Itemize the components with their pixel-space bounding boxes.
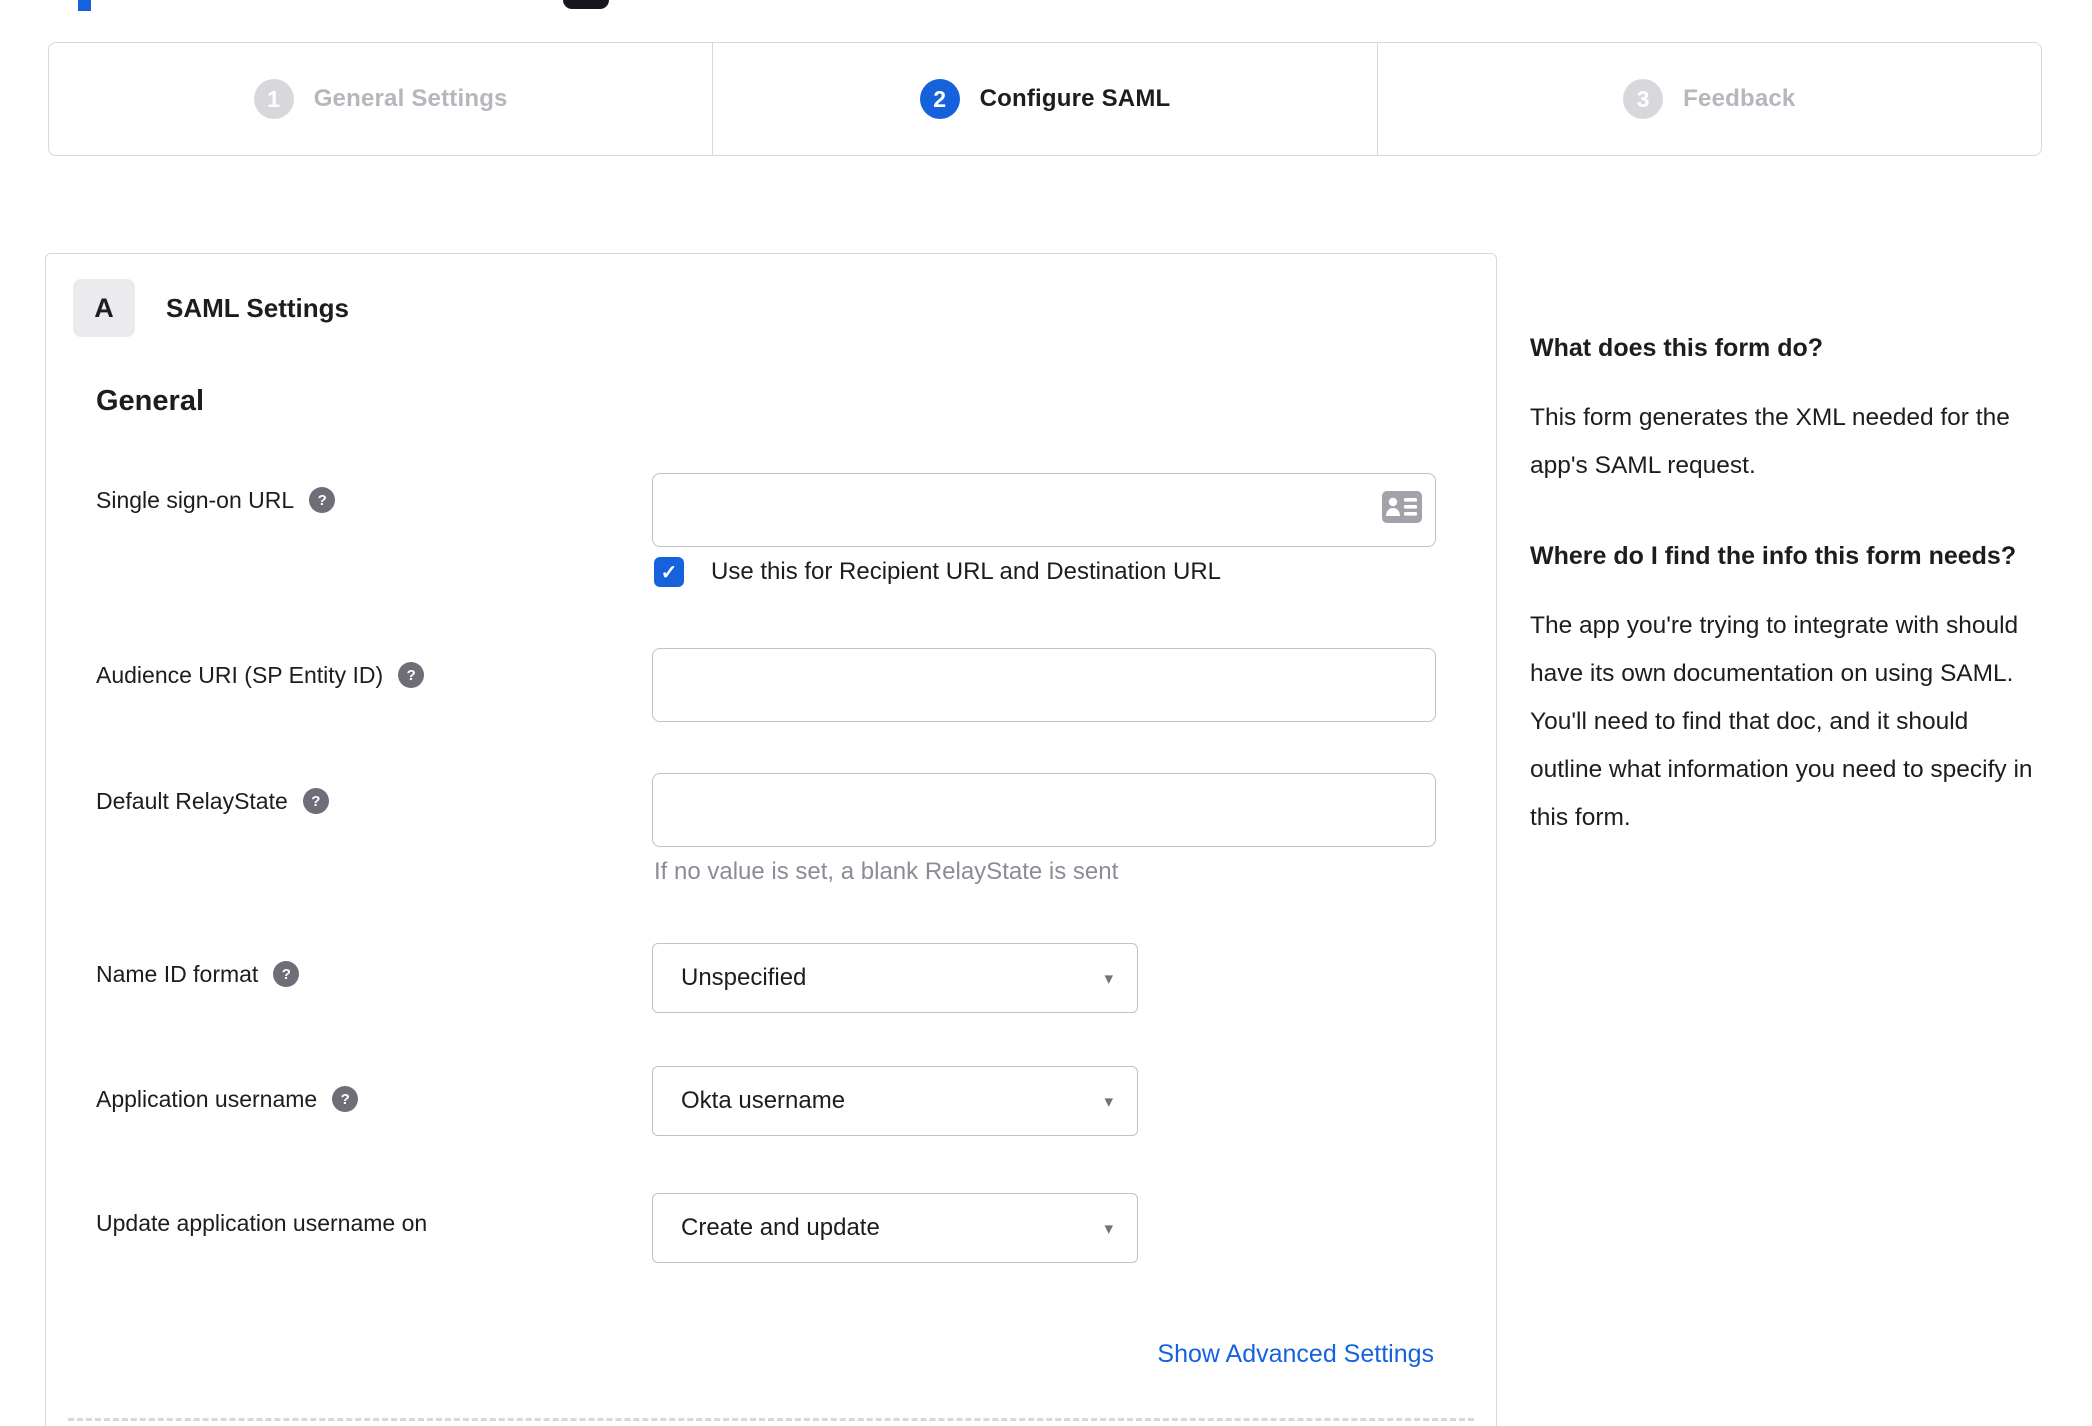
dropdown-arrow-icon: ▾ (1104, 1218, 1113, 1238)
relay-state-helper-text: If no value is set, a blank RelayState i… (654, 858, 1119, 885)
general-heading: General (96, 385, 204, 417)
recipient-url-checkbox[interactable]: ✓ (654, 557, 684, 587)
update-username-select[interactable]: Create and update ▾ (652, 1193, 1138, 1263)
help-icon[interactable]: ? (398, 662, 425, 688)
step-label: Configure SAML (979, 85, 1171, 112)
sidebar-paragraph-where: The app you're trying to integrate with … (1530, 612, 2033, 831)
app-username-label: Application username ? (96, 1082, 359, 1116)
select-value: Unspecified (681, 964, 807, 991)
recipient-url-checkbox-row: ✓ Use this for Recipient URL and Destina… (654, 557, 1221, 587)
section-title: SAML Settings (166, 293, 349, 323)
saml-settings-card: A SAML Settings General Single sign-on U… (45, 253, 1497, 1426)
step-general-settings[interactable]: 1 General Settings (49, 43, 712, 155)
help-sidebar: What does this form do? This form genera… (1530, 326, 2046, 886)
field-label-text: Audience URI (SP Entity ID) (96, 661, 384, 688)
dropdown-arrow-icon: ▾ (1104, 1091, 1113, 1111)
name-id-format-label: Name ID format ? (96, 957, 300, 991)
step-number-badge: 1 (253, 79, 294, 119)
section-badge-a: A (73, 279, 135, 337)
update-username-label: Update application username on (96, 1206, 427, 1240)
step-feedback[interactable]: 3 Feedback (1376, 43, 2041, 155)
sso-url-label: Single sign-on URL ? (96, 483, 336, 517)
sidebar-heading-what: What does this form do? (1530, 334, 1824, 362)
wizard-stepper: 1 General Settings 2 Configure SAML 3 Fe… (48, 42, 2042, 156)
field-label-text: Name ID format (96, 960, 259, 987)
help-icon[interactable]: ? (309, 487, 336, 513)
sidebar-heading-where: Where do I find the info this form needs… (1530, 542, 2017, 570)
recipient-url-checkbox-label: Use this for Recipient URL and Destinati… (711, 558, 1222, 585)
step-number-badge: 3 (1623, 79, 1664, 119)
relay-state-input[interactable] (652, 773, 1436, 847)
dashed-section-divider (68, 1418, 1474, 1421)
field-label-text: Single sign-on URL (96, 486, 295, 513)
name-id-format-select[interactable]: Unspecified ▾ (652, 943, 1138, 1013)
select-value: Create and update (681, 1214, 880, 1241)
app-username-select[interactable]: Okta username ▾ (652, 1066, 1138, 1136)
help-icon[interactable]: ? (302, 788, 329, 814)
step-label: General Settings (313, 85, 508, 112)
select-value: Okta username (681, 1087, 846, 1114)
field-label-text: Update application username on (96, 1209, 428, 1236)
dropdown-arrow-icon: ▾ (1104, 968, 1113, 988)
configure-saml-page: 1 General Settings 2 Configure SAML 3 Fe… (0, 0, 2092, 1426)
step-label: Feedback (1683, 85, 1796, 112)
step-configure-saml[interactable]: 2 Configure SAML (712, 43, 1376, 155)
audience-uri-input[interactable] (652, 648, 1436, 722)
top-edge-dark-fragment (563, 0, 609, 9)
top-edge-blue-fragment (78, 0, 91, 11)
step-number-badge: 2 (919, 79, 960, 119)
show-advanced-settings-link[interactable]: Show Advanced Settings (1157, 1340, 1434, 1369)
field-label-text: Default RelayState (96, 787, 288, 814)
field-label-text: Application username (96, 1085, 318, 1112)
checkmark-icon: ✓ (660, 561, 678, 584)
relay-state-label: Default RelayState ? (96, 784, 329, 818)
sidebar-paragraph-what: This form generates the XML needed for t… (1530, 404, 2010, 479)
sso-url-input[interactable] (652, 473, 1436, 547)
help-icon[interactable]: ? (332, 1086, 359, 1112)
audience-uri-label: Audience URI (SP Entity ID) ? (96, 658, 425, 692)
help-icon[interactable]: ? (273, 961, 300, 987)
